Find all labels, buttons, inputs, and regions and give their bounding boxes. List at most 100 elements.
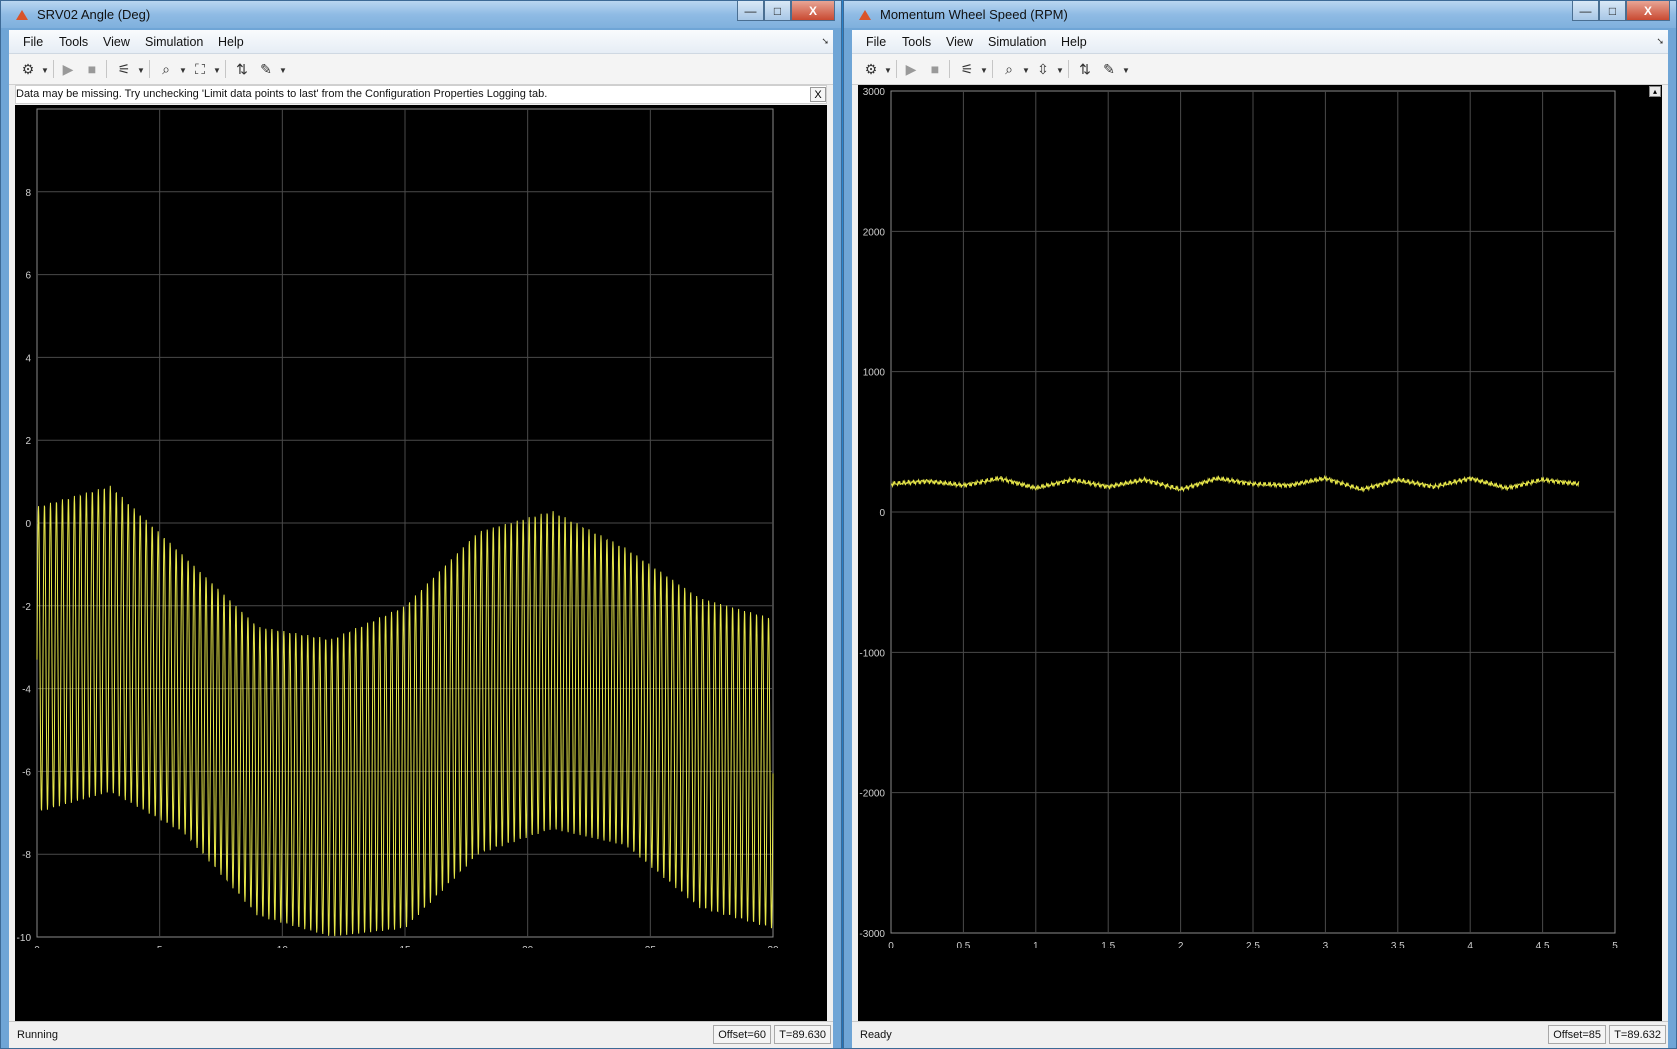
toolbar-separator bbox=[149, 60, 150, 78]
notice-close-button[interactable]: X bbox=[810, 87, 826, 102]
style-dropdown-icon[interactable]: ▼ bbox=[980, 66, 988, 75]
zoom-icon[interactable]: ⌕ bbox=[1000, 60, 1018, 78]
window-title: Momentum Wheel Speed (RPM) bbox=[880, 7, 1068, 22]
y-tick-label: 1000 bbox=[863, 368, 886, 379]
minimize-button[interactable]: — bbox=[1572, 1, 1599, 21]
minimize-button[interactable]: — bbox=[737, 1, 764, 21]
toolbar: ⚙ ▼ ▶ ■ ⚟ ▼ ⌕ ▼ ⇳ ▼ ⇅ ✎ ▼ bbox=[852, 54, 1668, 85]
menu-file[interactable]: File bbox=[866, 35, 886, 49]
x-tick-label: 20 bbox=[522, 945, 534, 948]
style-dropdown-icon[interactable]: ▼ bbox=[137, 66, 145, 75]
toolbar-separator bbox=[53, 60, 54, 78]
menu-bar: File Tools View Simulation Help ➘ bbox=[852, 30, 1668, 54]
x-tick-label: 4.5 bbox=[1536, 941, 1550, 948]
y-tick-label: 8 bbox=[25, 188, 31, 199]
stop-icon[interactable]: ■ bbox=[83, 60, 101, 78]
minimize-icon: — bbox=[744, 3, 757, 18]
run-icon[interactable]: ▶ bbox=[902, 60, 920, 78]
x-tick-label: 2 bbox=[1178, 941, 1184, 948]
y-tick-label: 2000 bbox=[863, 227, 886, 238]
settings-icon[interactable]: ⚙ bbox=[19, 60, 37, 78]
status-bar: Running Offset=60 T=89.630 bbox=[9, 1021, 833, 1048]
menu-tools[interactable]: Tools bbox=[902, 35, 931, 49]
menu-collapse-icon[interactable]: ➘ bbox=[1656, 36, 1664, 47]
y-tick-label: 0 bbox=[25, 519, 31, 530]
close-icon: X bbox=[808, 3, 817, 18]
title-bar[interactable]: SRV02 Angle (Deg) — □ X bbox=[1, 1, 841, 28]
y-tick-label: -4 bbox=[22, 685, 31, 696]
stop-icon[interactable]: ■ bbox=[926, 60, 944, 78]
toolbar: ⚙ ▼ ▶ ■ ⚟ ▼ ⌕ ▼ ⛶ ▼ ⇅ ✎ ▼ bbox=[9, 54, 833, 85]
angle-chart: 0 5 10 15 20 25 30 -10 -8 -6 -4 -2 0 2 4 6 8 bbox=[17, 108, 779, 948]
y-tick-label: -8 bbox=[22, 850, 31, 861]
y-tick-label: -2000 bbox=[859, 789, 885, 800]
close-button[interactable]: X bbox=[791, 1, 835, 21]
matlab-icon bbox=[16, 10, 28, 20]
y-tick-label: 0 bbox=[879, 508, 885, 519]
settings-icon[interactable]: ⚙ bbox=[862, 60, 880, 78]
data-missing-notice: Data may be missing. Try unchecking 'Lim… bbox=[15, 85, 827, 104]
menu-simulation[interactable]: Simulation bbox=[145, 35, 203, 49]
menu-help[interactable]: Help bbox=[218, 35, 244, 49]
x-tick-label: 25 bbox=[645, 945, 657, 948]
x-tick-label: 15 bbox=[399, 945, 411, 948]
scope-window-angle: SRV02 Angle (Deg) — □ X File Tools View … bbox=[0, 0, 842, 1049]
offset-readout: Offset=85 bbox=[1548, 1025, 1606, 1044]
menu-help[interactable]: Help bbox=[1061, 35, 1087, 49]
maximize-button[interactable]: □ bbox=[764, 1, 791, 21]
x-tick-label: 1 bbox=[1033, 941, 1039, 948]
maximize-button[interactable]: □ bbox=[1599, 1, 1626, 21]
minimize-icon: — bbox=[1579, 3, 1592, 18]
menu-view[interactable]: View bbox=[946, 35, 973, 49]
highlight-dropdown-icon[interactable]: ▼ bbox=[1122, 66, 1130, 75]
matlab-icon bbox=[859, 10, 871, 20]
maximize-icon: □ bbox=[773, 3, 782, 18]
y-tick-label: -2 bbox=[22, 602, 31, 613]
highlight-icon[interactable]: ✎ bbox=[1100, 60, 1118, 78]
x-tick-label: 1.5 bbox=[1101, 941, 1115, 948]
menu-collapse-icon[interactable]: ➘ bbox=[821, 36, 829, 47]
status-text: Ready bbox=[860, 1029, 892, 1041]
maximize-icon: □ bbox=[1608, 3, 1617, 18]
x-tick-label: 5 bbox=[157, 945, 163, 948]
y-tick-label: 3000 bbox=[863, 87, 886, 98]
title-bar[interactable]: Momentum Wheel Speed (RPM) — □ X bbox=[844, 1, 1676, 28]
y-tick-label: 4 bbox=[25, 353, 31, 364]
autoscale-dropdown-icon[interactable]: ▼ bbox=[1056, 66, 1064, 75]
autoscale-icon[interactable]: ⛶ bbox=[191, 60, 209, 78]
settings-dropdown-icon[interactable]: ▼ bbox=[41, 66, 49, 75]
toolbar-separator bbox=[225, 60, 226, 78]
run-icon[interactable]: ▶ bbox=[59, 60, 77, 78]
close-button[interactable]: X bbox=[1626, 1, 1670, 21]
menu-view[interactable]: View bbox=[103, 35, 130, 49]
autoscale-icon[interactable]: ⇳ bbox=[1034, 60, 1052, 78]
settings-dropdown-icon[interactable]: ▼ bbox=[884, 66, 892, 75]
zoom-icon[interactable]: ⌕ bbox=[157, 60, 175, 78]
zoom-dropdown-icon[interactable]: ▼ bbox=[1022, 66, 1030, 75]
menu-file[interactable]: File bbox=[23, 35, 43, 49]
scope-plot-wheel-speed[interactable]: 0 0.5 1 1.5 2 2.5 3 3.5 4 4.5 5 -3000 -2000 -1000 0 100… bbox=[858, 85, 1662, 1021]
menu-tools[interactable]: Tools bbox=[59, 35, 88, 49]
x-tick-label: 2.5 bbox=[1246, 941, 1260, 948]
cursor-measure-icon[interactable]: ⇅ bbox=[1076, 60, 1094, 78]
status-bar: Ready Offset=85 T=89.632 bbox=[852, 1021, 1668, 1048]
notice-text: Data may be missing. Try unchecking 'Lim… bbox=[16, 88, 548, 100]
highlight-dropdown-icon[interactable]: ▼ bbox=[279, 66, 287, 75]
highlight-icon[interactable]: ✎ bbox=[257, 60, 275, 78]
toolbar-separator bbox=[949, 60, 950, 78]
x-tick-label: 30 bbox=[767, 945, 779, 948]
time-readout: T=89.630 bbox=[774, 1025, 831, 1044]
style-icon[interactable]: ⚟ bbox=[958, 60, 976, 78]
offset-readout: Offset=60 bbox=[713, 1025, 771, 1044]
zoom-dropdown-icon[interactable]: ▼ bbox=[179, 66, 187, 75]
style-icon[interactable]: ⚟ bbox=[115, 60, 133, 78]
x-tick-label: 5 bbox=[1612, 941, 1618, 948]
autoscale-dropdown-icon[interactable]: ▼ bbox=[213, 66, 221, 75]
x-tick-label: 0 bbox=[888, 941, 894, 948]
menu-simulation[interactable]: Simulation bbox=[988, 35, 1046, 49]
x-tick-label: 0 bbox=[34, 945, 40, 948]
expand-icon[interactable]: ▴ bbox=[1649, 86, 1661, 97]
scope-plot-angle[interactable]: 0 5 10 15 20 25 30 -10 -8 -6 -4 -2 0 2 4 6 8 bbox=[15, 105, 827, 1021]
cursor-measure-icon[interactable]: ⇅ bbox=[233, 60, 251, 78]
toolbar-separator bbox=[106, 60, 107, 78]
